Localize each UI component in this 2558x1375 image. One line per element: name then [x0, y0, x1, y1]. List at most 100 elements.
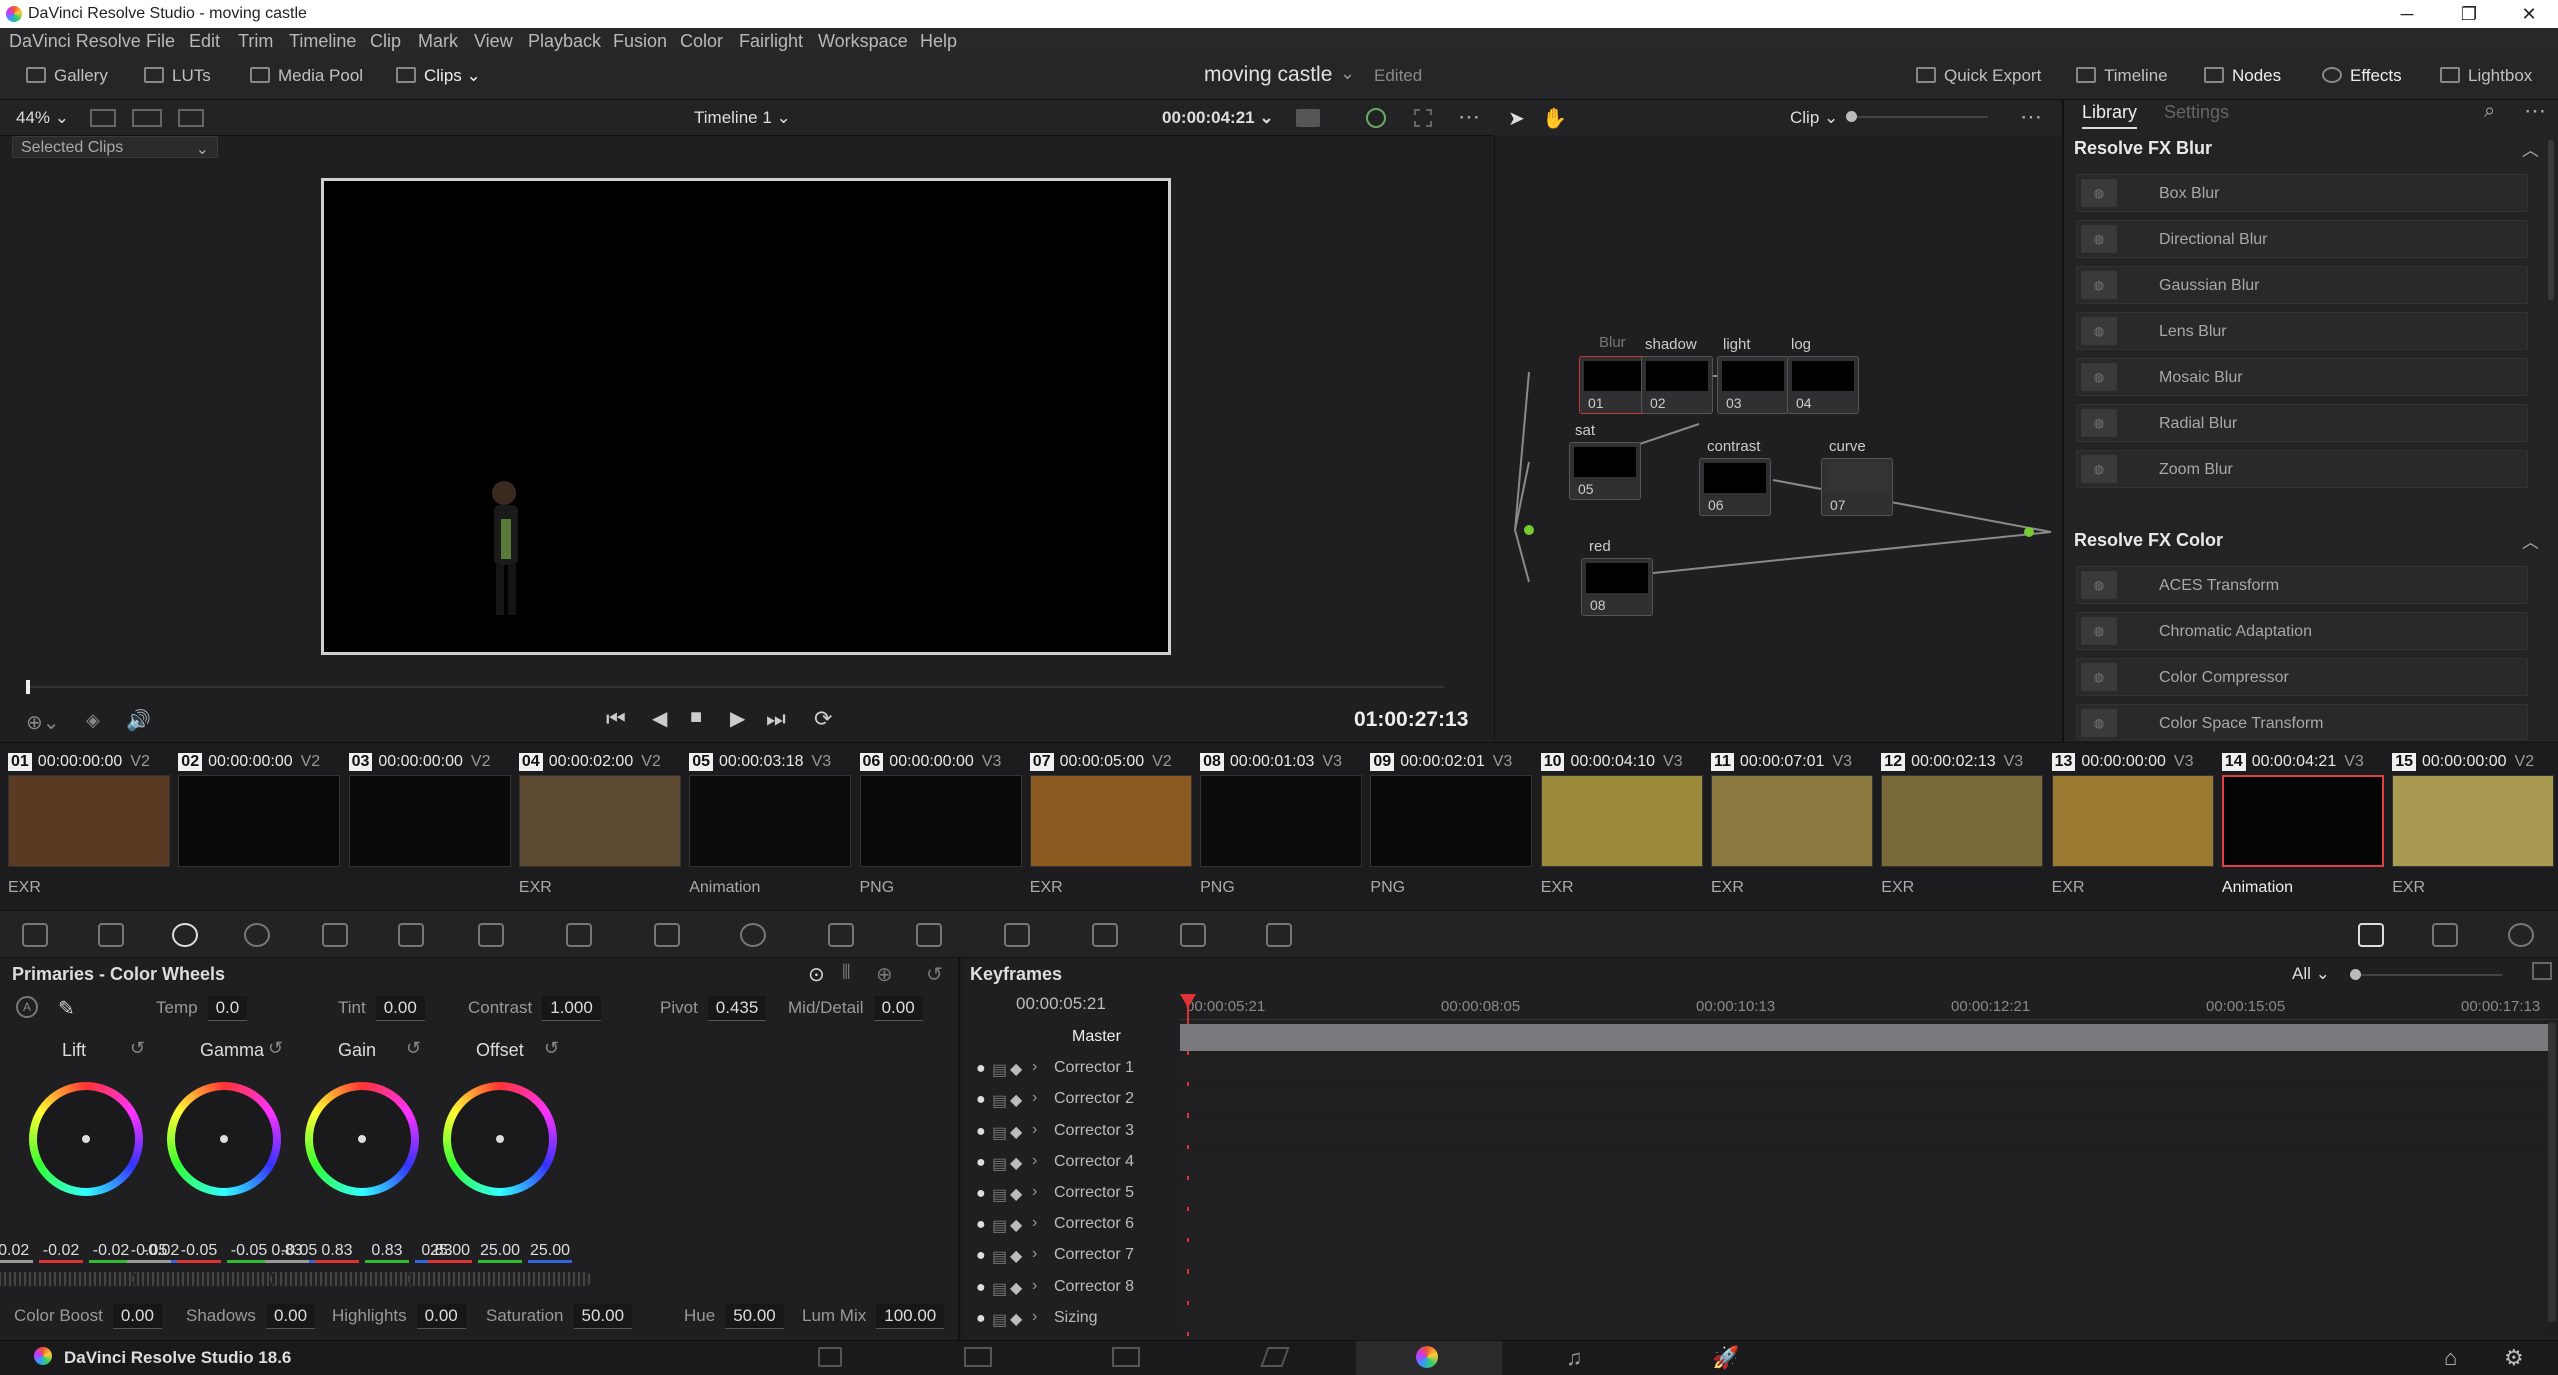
keyframes-icon[interactable]	[2358, 923, 2384, 947]
clip-image[interactable]	[1029, 775, 1192, 867]
go-to-start-icon[interactable]: ⏮	[606, 706, 626, 732]
lock-icon[interactable]: ▤	[992, 1279, 1007, 1299]
temp-value[interactable]: 0.0	[207, 996, 248, 1021]
wheel-handle[interactable]	[496, 1135, 504, 1143]
menu-fusion[interactable]: Fusion	[613, 31, 667, 52]
menu-clip[interactable]: Clip	[370, 31, 401, 52]
row-track[interactable]	[1180, 1117, 2548, 1145]
more-options-icon[interactable]: ⋯	[2524, 98, 2546, 124]
collapse-icon[interactable]: ︿	[2522, 528, 2539, 553]
keyframe-row[interactable]: ● ▤ ◆ › Sizing	[962, 1303, 2558, 1334]
tint-value[interactable]: 0.00	[375, 996, 425, 1021]
expand-chevron-icon[interactable]: ›	[1032, 1277, 1037, 1295]
color-match-icon[interactable]	[98, 923, 124, 947]
clip-image[interactable]	[348, 775, 511, 867]
clip-image[interactable]	[8, 775, 170, 867]
clip-thumbnail[interactable]: 02 00:00:00:00 V2	[174, 749, 344, 899]
split-viewer-icon[interactable]	[132, 109, 162, 127]
camera-raw-icon[interactable]	[22, 923, 48, 947]
lum-mix-value[interactable]: 100.00	[876, 1304, 945, 1329]
keyframe-zoom-slider[interactable]	[2352, 974, 2502, 976]
color-page-icon[interactable]	[1416, 1346, 1438, 1368]
expand-chevron-icon[interactable]: ›	[1032, 1214, 1037, 1232]
clip-image[interactable]	[2051, 775, 2214, 867]
wheel-handle[interactable]	[220, 1135, 228, 1143]
more-options-icon[interactable]: ⋯	[1458, 104, 1480, 130]
clip-image[interactable]	[178, 775, 341, 867]
keyframe-diamond-icon[interactable]: ◆	[1010, 1059, 1022, 1079]
row-track[interactable]	[1180, 1024, 2548, 1051]
effect-color-compressor[interactable]: ◍ Color Compressor	[2076, 658, 2528, 696]
menu-playback[interactable]: Playback	[528, 31, 601, 52]
key-icon[interactable]	[1092, 923, 1118, 947]
scrubber-playhead[interactable]	[26, 680, 30, 694]
tab-library[interactable]: Library	[2082, 102, 2138, 129]
effect-aces-transform[interactable]: ◍ ACES Transform	[2076, 566, 2528, 604]
expand-chevron-icon[interactable]: ›	[1032, 1245, 1037, 1263]
keyframe-diamond-icon[interactable]: ◆	[1010, 1184, 1022, 1204]
pivot-field[interactable]: Pivot 0.435	[660, 996, 767, 1021]
clips-button[interactable]: Clips ⌄	[396, 66, 481, 86]
reset-wheel-icon[interactable]: ↺	[268, 1038, 283, 1059]
effect-color-space-transform[interactable]: ◍ Color Space Transform	[2076, 704, 2528, 740]
mid-detail-field[interactable]: Mid/Detail 0.00	[788, 996, 923, 1021]
keyframes-filter-dropdown[interactable]: All ⌄	[2292, 964, 2330, 984]
keyframe-row[interactable]: ● ▤ ◆ › Corrector 8	[962, 1272, 2558, 1303]
wheel-value[interactable]: 0.83	[315, 1242, 359, 1263]
row-track[interactable]	[1180, 1180, 2548, 1207]
hue-value[interactable]: 50.00	[725, 1304, 784, 1329]
saturation-field[interactable]: Saturation 50.00	[486, 1304, 633, 1329]
node-04[interactable]: 04	[1787, 356, 1859, 414]
tint-field[interactable]: Tint 0.00	[338, 996, 425, 1021]
node-05[interactable]: 05	[1569, 442, 1641, 500]
keyframe-diamond-icon[interactable]: ◆	[1010, 1309, 1022, 1329]
color-boost-field[interactable]: Color Boost 0.00	[14, 1304, 162, 1329]
clip-thumbnail[interactable]: 15 00:00:00:00 V2 EXR	[2388, 749, 2558, 899]
temp-field[interactable]: Temp 0.0	[156, 996, 248, 1021]
chevron-down-icon[interactable]: ⌄	[1340, 63, 1355, 84]
keyframe-diamond-icon[interactable]: ◆	[1010, 1122, 1022, 1142]
selected-clips-dropdown[interactable]: Selected Clips ⌄	[12, 136, 218, 158]
color-category-header[interactable]: Resolve FX Color	[2074, 530, 2223, 551]
clip-thumbnail[interactable]: 04 00:00:02:00 V2 EXR	[515, 749, 685, 899]
play-icon[interactable]: ▶	[730, 706, 745, 731]
clip-thumbnail[interactable]: 05 00:00:03:18 V3 Animation	[685, 749, 855, 899]
clip-image[interactable]	[1711, 775, 1873, 867]
clip-thumbnail[interactable]: 11 00:00:07:01 V3 EXR	[1707, 749, 1877, 899]
saturation-value[interactable]: 50.00	[573, 1304, 633, 1329]
effect-radial-blur[interactable]: ◍ Radial Blur	[2076, 404, 2528, 442]
expand-icon[interactable]	[2532, 962, 2552, 980]
blur-category-header[interactable]: Resolve FX Blur	[2074, 138, 2212, 159]
edit-page-icon[interactable]	[1112, 1347, 1140, 1367]
keyframe-row[interactable]: ● ▤ ◆ › Corrector 3	[962, 1116, 2558, 1147]
wipe-viewer-icon[interactable]	[178, 109, 204, 127]
keyframe-diamond-icon[interactable]: ◆	[1010, 1153, 1022, 1173]
clip-image[interactable]	[2221, 775, 2384, 867]
fusion-page-icon[interactable]	[1260, 1347, 1290, 1367]
wheel-value[interactable]: 0.83	[265, 1242, 309, 1263]
keyframe-ruler[interactable]: 00:00:05:21 00:00:08:05 00:00:10:13 00:00:1…	[1180, 992, 2558, 1020]
menu-mark[interactable]: Mark	[418, 31, 458, 52]
expand-chevron-icon[interactable]: ›	[1032, 1183, 1037, 1201]
expand-chevron-icon[interactable]: ›	[1032, 1121, 1037, 1139]
scrubber-track[interactable]	[26, 686, 1444, 688]
keyframes-scrollbar[interactable]	[2548, 1022, 2556, 1322]
curves-icon[interactable]	[478, 923, 504, 947]
keyframe-row[interactable]: ● ▤ ◆ › Corrector 4	[962, 1147, 2558, 1178]
info-icon[interactable]	[2508, 923, 2534, 947]
video-frame[interactable]	[321, 178, 1171, 655]
row-track[interactable]	[1180, 1304, 2548, 1332]
shadows-field[interactable]: Shadows 0.00	[186, 1304, 316, 1329]
hue-field[interactable]: Hue 50.00	[684, 1304, 784, 1329]
effect-gaussian-blur[interactable]: ◍ Gaussian Blur	[2076, 266, 2528, 304]
menu-help[interactable]: Help	[920, 31, 957, 52]
pointer-tool-icon[interactable]: ➤	[1508, 106, 1525, 131]
effect-lens-blur[interactable]: ◍ Lens Blur	[2076, 312, 2528, 350]
enable-dot-icon[interactable]: ●	[976, 1310, 986, 1328]
lock-icon[interactable]: ▤	[992, 1091, 1007, 1111]
effects-button[interactable]: Effects	[2322, 66, 2402, 86]
clip-thumbnail[interactable]: 12 00:00:02:13 V3 EXR	[1877, 749, 2047, 899]
clip-image[interactable]	[1200, 775, 1363, 867]
reset-wheel-icon[interactable]: ↺	[406, 1038, 421, 1059]
clip-thumbnail[interactable]: 09 00:00:02:01 V3 PNG	[1366, 749, 1536, 899]
